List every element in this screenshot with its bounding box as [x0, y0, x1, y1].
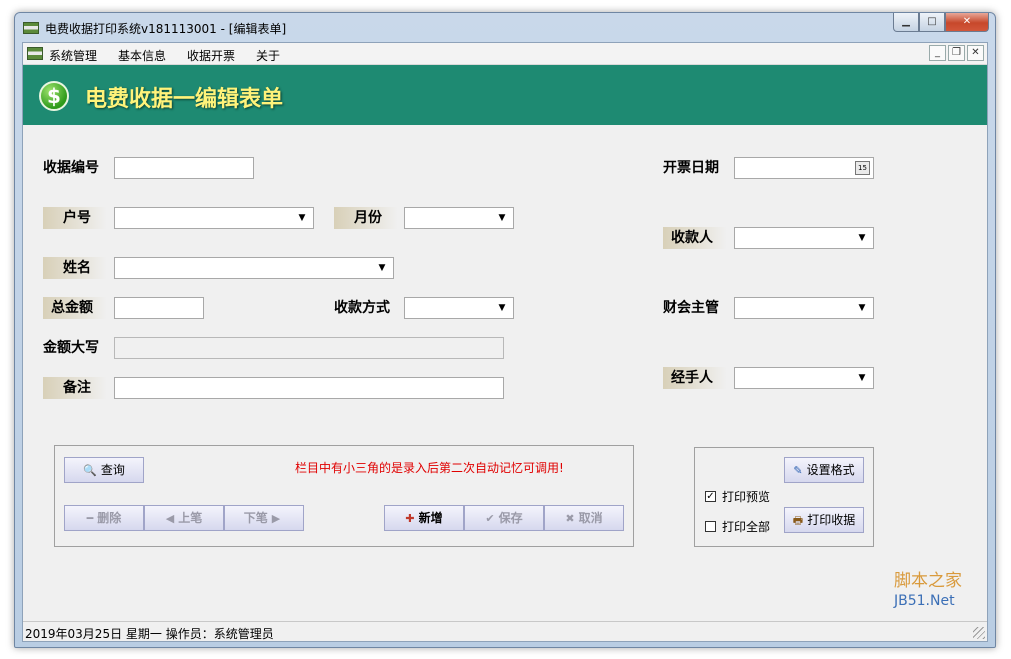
finance-manager-combo[interactable]: ▼	[734, 297, 874, 319]
close-button[interactable]: ✕	[945, 13, 989, 32]
print-all-label: 打印全部	[722, 520, 771, 534]
prev-icon: ◀	[165, 512, 175, 525]
print-all-box[interactable]	[705, 521, 716, 532]
mdi-minimize-button[interactable]: _	[929, 45, 946, 61]
handler-label: 经手人	[663, 367, 727, 389]
menu-app-icon[interactable]	[27, 47, 43, 60]
minus-icon: ━	[86, 512, 94, 525]
delete-button-label: 删除	[97, 511, 122, 525]
print-preview-checkbox[interactable]: ✓ 打印预览	[705, 488, 770, 505]
next-button[interactable]: 下笔 ▶	[224, 505, 304, 531]
mdi-close-button[interactable]: ✕	[967, 45, 984, 61]
query-button[interactable]: 🔍 查询	[64, 457, 144, 483]
save-button[interactable]: ✔ 保存	[464, 505, 544, 531]
check-icon: ✔	[485, 512, 495, 525]
cancel-button[interactable]: ✖ 取消	[544, 505, 624, 531]
mdi-controls: _ ❐ ✕	[929, 45, 984, 61]
app-window: 电费收据打印系统v181113001 - [编辑表单] ▁ □ ✕ 系统管理 基…	[14, 12, 996, 648]
menu-system-management[interactable]: 系统管理	[49, 47, 97, 64]
invoice-date-input[interactable]: 15	[734, 157, 874, 179]
window-controls: ▁ □ ✕	[893, 13, 989, 33]
title-bar[interactable]: 电费收据打印系统v181113001 - [编辑表单] ▁ □ ✕	[15, 13, 995, 41]
minimize-button[interactable]: ▁	[893, 13, 919, 32]
total-label: 总金额	[43, 297, 107, 319]
name-label: 姓名	[43, 257, 107, 279]
menu-bar: 系统管理 基本信息 收据开票 关于 _ ❐ ✕	[23, 43, 987, 65]
close-icon: ✖	[565, 512, 575, 525]
watermark: 脚本之家 JB51.Net	[894, 566, 974, 609]
printer-icon: 🖶	[792, 514, 804, 527]
handler-combo[interactable]: ▼	[734, 367, 874, 389]
amount-words-input	[114, 337, 504, 359]
cancel-button-label: 取消	[578, 511, 603, 525]
payee-label: 收款人	[663, 227, 727, 249]
window-title: 电费收据打印系统v181113001 - [编辑表单]	[45, 22, 287, 36]
next-icon: ▶	[271, 512, 281, 525]
chevron-down-icon[interactable]: ▼	[295, 212, 309, 225]
print-all-checkbox[interactable]: 打印全部	[705, 518, 770, 535]
remark-input[interactable]	[114, 377, 504, 399]
add-button[interactable]: ✚ 新增	[384, 505, 464, 531]
account-no-combo[interactable]: ▼	[114, 207, 314, 229]
plus-icon: ✚	[405, 512, 415, 525]
add-button-label: 新增	[418, 511, 443, 525]
month-combo[interactable]: ▼	[404, 207, 514, 229]
resize-grip[interactable]	[973, 627, 985, 639]
form-banner: $ 电费收据一编辑表单	[23, 65, 987, 125]
remark-label: 备注	[43, 377, 107, 399]
delete-button[interactable]: ━ 删除	[64, 505, 144, 531]
save-button-label: 保存	[498, 511, 523, 525]
chevron-down-icon[interactable]: ▼	[375, 262, 389, 275]
menu-about[interactable]: 关于	[256, 47, 280, 64]
payment-method-label: 收款方式	[334, 300, 390, 316]
dollar-icon: $	[39, 81, 69, 111]
watermark-line1: 脚本之家	[894, 571, 962, 591]
mdi-restore-button[interactable]: ❐	[948, 45, 965, 61]
print-preview-label: 打印预览	[722, 490, 771, 504]
payment-method-combo[interactable]: ▼	[404, 297, 514, 319]
client-area: 系统管理 基本信息 收据开票 关于 _ ❐ ✕ $ 电费收据一编辑表单 收据编号…	[22, 42, 988, 642]
query-button-label: 查询	[100, 463, 125, 477]
print-preview-box[interactable]: ✓	[705, 491, 716, 502]
print-group: ✎ 设置格式 ✓ 打印预览 🖶 打印收据 打印全部	[694, 447, 874, 547]
menu-receipt-invoicing[interactable]: 收据开票	[187, 47, 235, 64]
app-icon	[23, 22, 39, 34]
invoice-date-label: 开票日期	[663, 160, 719, 176]
hint-text: 栏目中有小三角的是录入后第二次自动记忆可调用!	[295, 461, 564, 475]
status-bar: 2019年03月25日 星期一 操作员：系统管理员	[23, 621, 987, 641]
chevron-down-icon[interactable]: ▼	[855, 232, 869, 245]
receipt-no-input[interactable]	[114, 157, 254, 179]
menu-basic-info[interactable]: 基本信息	[118, 47, 166, 64]
set-format-button[interactable]: ✎ 设置格式	[784, 457, 864, 483]
calendar-icon[interactable]: 15	[855, 161, 870, 175]
payee-combo[interactable]: ▼	[734, 227, 874, 249]
banner-title: 电费收据一编辑表单	[85, 87, 284, 112]
format-icon: ✎	[793, 464, 803, 477]
prev-button-label: 上笔	[178, 511, 203, 525]
set-format-label: 设置格式	[806, 463, 855, 477]
prev-button[interactable]: ◀ 上笔	[144, 505, 224, 531]
account-no-label: 户号	[43, 207, 107, 229]
watermark-line2: JB51.Net	[894, 593, 955, 609]
month-label: 月份	[334, 207, 398, 229]
status-text: 2019年03月25日 星期一 操作员：系统管理员	[25, 627, 274, 641]
search-icon: 🔍	[83, 464, 97, 477]
chevron-down-icon[interactable]: ▼	[855, 302, 869, 315]
print-receipt-button[interactable]: 🖶 打印收据	[784, 507, 864, 533]
next-button-label: 下笔	[243, 511, 268, 525]
total-input[interactable]	[114, 297, 204, 319]
amount-words-label: 金额大写	[43, 340, 99, 356]
action-group: 🔍 查询 栏目中有小三角的是录入后第二次自动记忆可调用! ━ 删除 ◀ 上笔 下笔 ▶ …	[54, 445, 634, 547]
finance-manager-label: 财会主管	[663, 300, 719, 316]
print-receipt-label: 打印收据	[807, 513, 856, 527]
chevron-down-icon[interactable]: ▼	[855, 372, 869, 385]
maximize-button[interactable]: □	[919, 13, 945, 32]
chevron-down-icon[interactable]: ▼	[495, 302, 509, 315]
name-combo[interactable]: ▼	[114, 257, 394, 279]
chevron-down-icon[interactable]: ▼	[495, 212, 509, 225]
receipt-no-label: 收据编号	[43, 160, 99, 176]
